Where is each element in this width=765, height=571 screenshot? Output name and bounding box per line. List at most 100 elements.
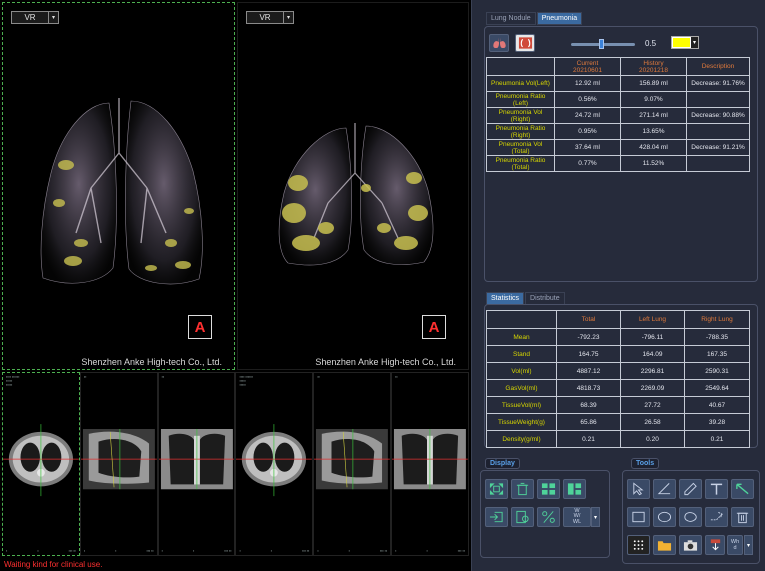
ellipse-roi-button[interactable] <box>653 507 676 527</box>
table-cell-right: 2549.64 <box>684 379 750 397</box>
vr-mode-label: VR <box>259 13 271 22</box>
import-button[interactable] <box>485 507 508 527</box>
layout-2x2-button[interactable] <box>537 479 560 499</box>
app-window: VR ▾ A Shenzhen Anke High-tech Co., Ltd.… <box>0 0 765 571</box>
delete-view-button[interactable] <box>511 479 534 499</box>
vr-viewport-right[interactable]: VR ▾ A Shenzhen Anke High-tech Co., Ltd. <box>237 2 469 370</box>
mpr-axial-viewport-history[interactable]: ▪▪▪▪ ▪▪▪▪▪▪ ▪▪▪▪▪ ▪▪▪▪▪ ▪ ▪ ▪▪▪ ▪▪ <box>235 372 314 556</box>
table-cell-total: 0.21 <box>556 430 621 448</box>
fit-window-icon <box>489 483 504 495</box>
freehand-roi-button[interactable] <box>679 507 702 527</box>
vr-mode-dropdown-right[interactable]: VR ▾ <box>246 11 294 24</box>
percent-button[interactable] <box>537 507 560 527</box>
tools-title: Tools <box>631 458 660 469</box>
open-folder-button[interactable] <box>653 535 676 555</box>
table-cell-desc: Decrease: 91.21% <box>686 139 750 156</box>
dicom-overlay-header: ▪▪▪▪ ▪▪▪▪▪▪ ▪▪▪▪▪ ▪▪▪▪▪ <box>6 375 20 387</box>
statistics-table-body: Mean -792.23 -796.11 -788.35 Stand 164.75 164.… <box>486 328 750 448</box>
mpr-axial-viewport[interactable]: ▪▪▪▪ ▪▪▪▪▪▪ ▪▪▪▪▪ ▪▪▪▪▪ ▪ ▪ ▪▪▪ ▪▪ <box>2 372 80 556</box>
table-cell-current: 0.77% <box>554 155 621 172</box>
snapshot-button[interactable] <box>679 535 702 555</box>
table-cell-label: Density(g/ml) <box>486 430 557 448</box>
table-cell-left: 2296.81 <box>620 362 685 380</box>
mpr-sagittal-viewport[interactable]: ▪▪ ▪ ▪ ▪▪▪ ▪▪ <box>79 372 158 556</box>
clear-annotations-button[interactable] <box>731 507 754 527</box>
analysis-panel: Lung Nodule Pneumonia 0.5 ▾ Current 2021… <box>471 0 765 571</box>
rectangle-roi-button[interactable] <box>627 507 650 527</box>
lung-3d-render-left <box>40 98 203 285</box>
opacity-slider[interactable] <box>571 39 635 49</box>
arrow-annotation-button[interactable] <box>731 479 754 499</box>
header-cell <box>486 57 555 76</box>
table-cell-label: Vol(ml) <box>486 362 557 380</box>
text-tool-button[interactable] <box>705 479 728 499</box>
table-row: Pneumonia Vol(Left) 12.92 ml 156.89 ml Decr… <box>486 75 750 92</box>
table-cell-current: 0.56% <box>554 91 621 108</box>
statistics-table-header: Total Left Lung Right Lung <box>486 310 750 329</box>
table-cell-desc <box>686 123 750 140</box>
sagittal-ct-image <box>314 429 391 490</box>
pointer-tool-button[interactable] <box>627 479 650 499</box>
rectangle-icon <box>632 511 645 523</box>
mpr-coronal-viewport[interactable]: ▪▪ ▪ ▪ ▪▪▪ ▪▪ <box>157 372 236 556</box>
chevron-down-icon: ▾ <box>283 12 293 23</box>
mpr-coronal-viewport-history[interactable]: ▪▪ ▪ ▪ ▪▪▪ ▪▪ <box>391 372 469 556</box>
table-cell-right: -788.35 <box>684 328 750 346</box>
arrow-annotation-icon <box>736 483 749 495</box>
chevron-down-icon[interactable]: ▾ <box>744 535 753 555</box>
layout-1x3-button[interactable] <box>563 479 586 499</box>
vr-mode-dropdown-left[interactable]: VR ▾ <box>11 11 59 24</box>
dicom-overlay-footer: ▪ ▪ ▪▪▪ ▪▪ <box>317 549 388 553</box>
tab-lung-nodule[interactable]: Lung Nodule <box>486 12 536 25</box>
chevron-down-icon: ▾ <box>48 12 58 23</box>
export-button[interactable] <box>705 535 725 555</box>
color-picker[interactable]: ▾ <box>671 36 699 49</box>
table-cell-history: 428.04 ml <box>620 139 687 156</box>
company-watermark-right: Shenzhen Anke High-tech Co., Ltd. <box>315 357 456 367</box>
grid-layout-icon <box>541 483 556 495</box>
vr-viewport-left[interactable]: VR ▾ A Shenzhen Anke High-tech Co., Ltd. <box>2 2 235 370</box>
table-cell-label: Pneumonia Vol (Right) <box>486 107 555 124</box>
table-row: Vol(ml) 4887.12 2296.81 2590.31 <box>486 362 750 380</box>
color-swatch <box>673 38 690 47</box>
fit-window-button[interactable] <box>485 479 508 499</box>
axial-ct-image <box>236 424 313 497</box>
keypad-grid-icon <box>633 540 644 550</box>
table-cell-left: 0.20 <box>620 430 685 448</box>
compare-lung-icon-button[interactable] <box>515 34 535 52</box>
sagittal-ct-image <box>80 429 157 490</box>
table-cell-total: -792.23 <box>556 328 621 346</box>
export-down-icon <box>710 539 720 551</box>
mpr-sagittal-viewport-history[interactable]: ▪▪ ▪ ▪ ▪▪▪ ▪▪ <box>313 372 392 556</box>
pneumonia-panel: 0.5 ▾ Current 20210601 History 20201218 … <box>484 26 758 282</box>
table-row: Pneumonia Vol (Total) 37.64 ml 428.04 ml De… <box>486 139 750 156</box>
table-cell-desc: Decrease: 91.76% <box>686 75 750 92</box>
table-cell-left: 2269.09 <box>620 379 685 397</box>
analysis-tabs: Lung Nodule Pneumonia <box>486 12 583 25</box>
dicom-overlay-footer: ▪ ▪ ▪▪▪ ▪▪ <box>6 549 76 553</box>
table-row: Pneumonia Vol (Right) 24.72 ml 271.14 ml De… <box>486 107 750 124</box>
tab-pneumonia[interactable]: Pneumonia <box>536 12 583 25</box>
patient-doc-icon <box>516 510 529 524</box>
dicom-overlay-header: ▪▪ <box>317 375 320 379</box>
header-left-lung: Left Lung <box>620 310 685 329</box>
pneumonia-table: Current 20210601 History 20201218 Descri… <box>486 57 750 172</box>
keypad-button[interactable] <box>627 535 650 555</box>
table-cell-history: 13.65% <box>620 123 687 140</box>
patient-info-button[interactable] <box>511 507 534 527</box>
window-level-button[interactable]: W W/ WL <box>563 507 591 527</box>
cobb-angle-button[interactable] <box>705 507 728 527</box>
dicom-overlay-footer: ▪ ▪ ▪▪▪ ▪▪ <box>239 549 310 553</box>
angle-tool-button[interactable] <box>653 479 676 499</box>
cobb-angle-icon <box>710 511 723 521</box>
table-cell-left: 26.58 <box>620 413 685 431</box>
pencil-tool-button[interactable] <box>679 479 702 499</box>
table-row: Stand 164.75 164.09 167.35 <box>486 345 750 363</box>
slider-handle[interactable] <box>599 39 604 49</box>
table-cell-total: 4818.73 <box>556 379 621 397</box>
header-right-lung: Right Lung <box>684 310 750 329</box>
lung-icon-button[interactable] <box>489 34 509 52</box>
window-preset-button[interactable]: Wh d <box>727 535 743 555</box>
chevron-down-icon[interactable]: ▾ <box>591 507 600 527</box>
table-cell-total: 164.75 <box>556 345 621 363</box>
